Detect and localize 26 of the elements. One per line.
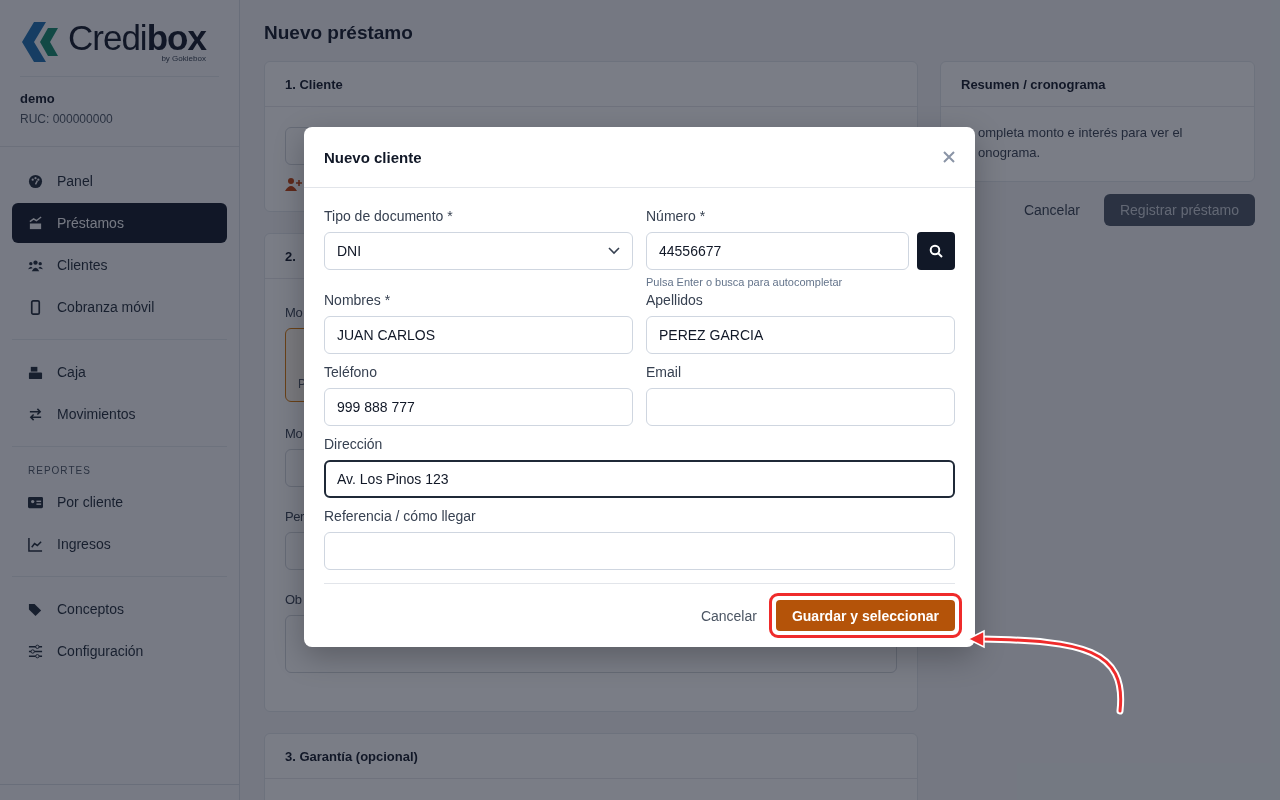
- field-label: Dirección: [324, 436, 384, 452]
- card-title: Resumen / cronograma: [961, 76, 1106, 92]
- page-title: Nuevo préstamo: [264, 22, 414, 44]
- brand-tagline: by Gokiebox: [161, 54, 206, 63]
- field-label: Mo: [285, 426, 303, 441]
- brand-name: Credibox: [68, 20, 206, 56]
- field-label: Apellidos: [646, 292, 704, 308]
- section-title: REPORTES: [27, 464, 92, 478]
- account-ruc: RUC: 000000000: [20, 112, 114, 126]
- card-title: 2.: [285, 248, 296, 264]
- summary-text: onograma.: [978, 144, 1042, 162]
- field-label: Mo: [285, 305, 303, 320]
- card-title: 3. Garantía (opcional): [285, 748, 418, 764]
- summary-text: ompleta monto e interés para ver el: [978, 124, 1184, 142]
- field-label: Email: [646, 364, 682, 380]
- field-label: Número *: [646, 208, 707, 224]
- field-hint: Pulsa Enter o busca para autocompletar: [646, 276, 844, 288]
- account-name: demo: [20, 91, 56, 106]
- field-label: Teléfono: [324, 364, 378, 380]
- card-title: 1. Cliente: [285, 76, 343, 92]
- field-label: Per: [285, 509, 305, 524]
- modal-title: Nuevo cliente: [324, 148, 422, 166]
- field-label: Tipo de documento *: [324, 208, 454, 224]
- field-label: Referencia / cómo llegar: [324, 508, 477, 524]
- field-label: Nombres *: [324, 292, 392, 308]
- field-label: Ob: [285, 592, 302, 607]
